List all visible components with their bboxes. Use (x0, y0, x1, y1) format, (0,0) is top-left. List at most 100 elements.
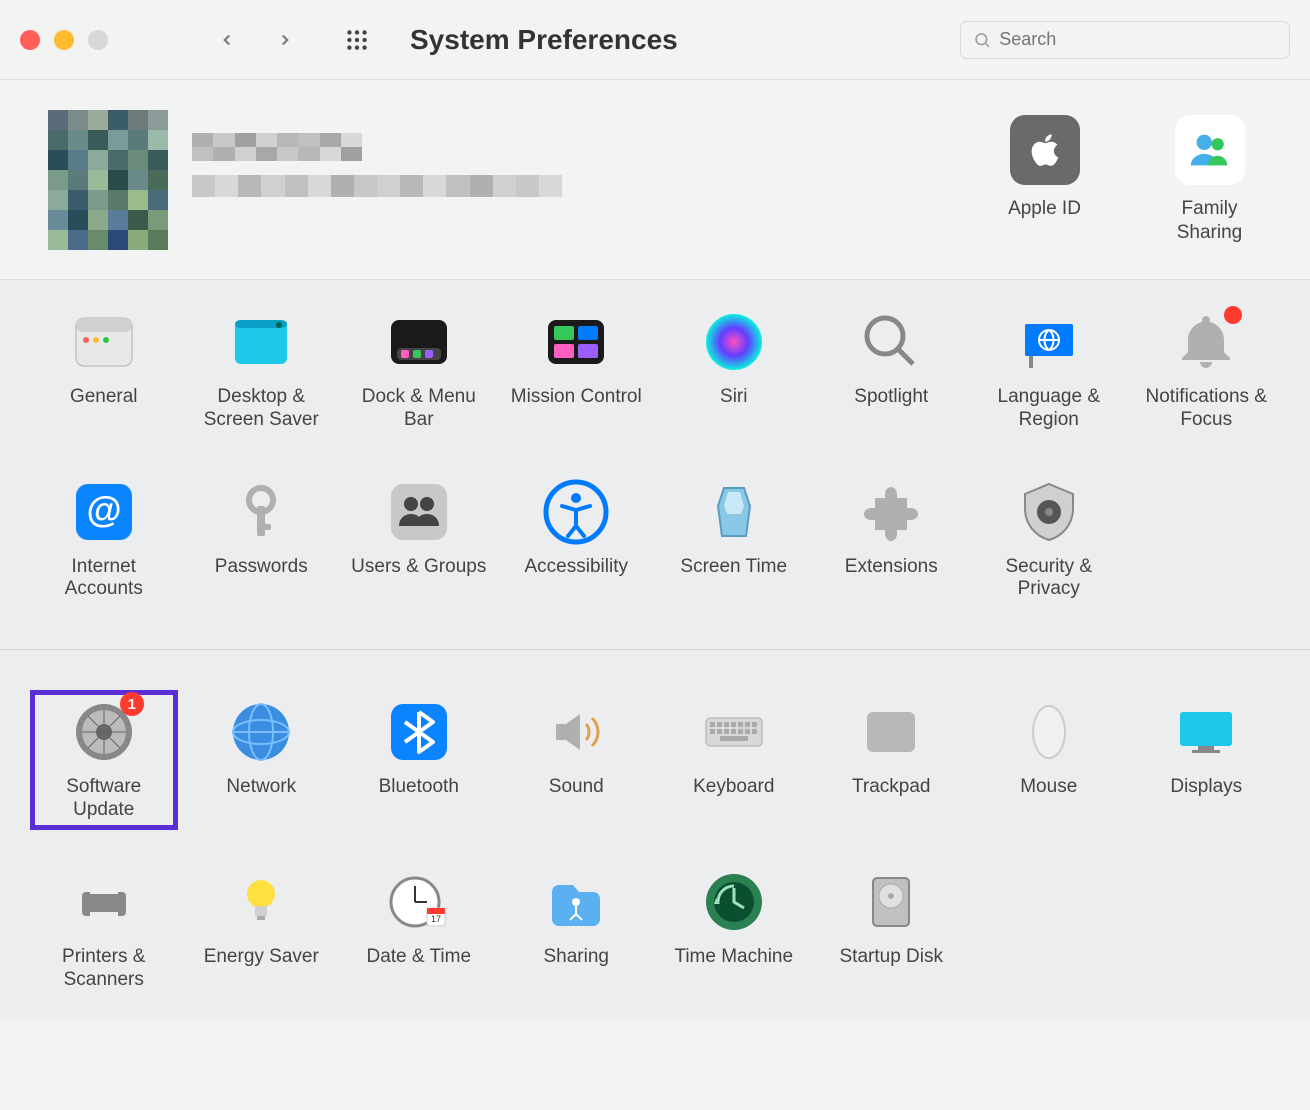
tile-users-groups[interactable]: Users & Groups (345, 470, 493, 610)
tile-startup-disk[interactable]: Startup Disk (818, 860, 966, 1000)
forward-icon[interactable] (276, 31, 294, 49)
tile-bluetooth[interactable]: Bluetooth (345, 690, 493, 830)
tile-passwords[interactable]: Passwords (188, 470, 336, 610)
tile-label: Energy Saver (204, 946, 319, 969)
tile-security[interactable]: Security & Privacy (975, 470, 1123, 610)
tile-label: Desktop & Screen Saver (192, 386, 332, 432)
notifications-icon (1172, 308, 1240, 376)
tile-label: Bluetooth (379, 776, 459, 799)
grid-icon (344, 27, 370, 53)
tile-label: Spotlight (854, 386, 928, 409)
mouse-icon (1015, 698, 1083, 766)
svg-text:@: @ (86, 489, 121, 530)
dock-icon (385, 308, 453, 376)
tile-screen-time[interactable]: Screen Time (660, 470, 808, 610)
tile-software-update[interactable]: 1Software Update (30, 690, 178, 830)
search-input[interactable] (999, 29, 1277, 50)
network-icon (227, 698, 295, 766)
tile-energy[interactable]: Energy Saver (188, 860, 336, 1000)
svg-text:17: 17 (431, 914, 441, 924)
apple-id-tile[interactable]: Apple ID (992, 115, 1097, 245)
tile-notifications[interactable]: Notifications & Focus (1133, 300, 1281, 440)
accessibility-icon (542, 478, 610, 546)
time-machine-icon (700, 868, 768, 936)
tile-keyboard[interactable]: Keyboard (660, 690, 808, 830)
tile-label: Extensions (845, 556, 938, 579)
sound-icon (542, 698, 610, 766)
sharing-icon (542, 868, 610, 936)
tile-accessibility[interactable]: Accessibility (503, 470, 651, 610)
tile-label: Screen Time (680, 556, 787, 579)
security-icon (1015, 478, 1083, 546)
tile-language[interactable]: Language & Region (975, 300, 1123, 440)
family-sharing-icon (1175, 115, 1245, 185)
tile-label: Language & Region (979, 386, 1119, 432)
tile-label: Accessibility (525, 556, 628, 579)
tile-label: General (70, 386, 138, 409)
minimize-button[interactable] (54, 30, 74, 50)
tile-label: Sharing (544, 946, 610, 969)
tile-label: Notifications & Focus (1137, 386, 1277, 432)
user-avatar[interactable] (48, 110, 168, 250)
tile-label: Passwords (215, 556, 308, 579)
tile-general[interactable]: General (30, 300, 178, 440)
close-button[interactable] (20, 30, 40, 50)
tile-label: Time Machine (674, 946, 793, 969)
toolbar: System Preferences (0, 0, 1310, 80)
tile-date-time[interactable]: 17 Date & Time (345, 860, 493, 1000)
tile-mission[interactable]: Mission Control (503, 300, 651, 440)
tile-dock[interactable]: Dock & Menu Bar (345, 300, 493, 440)
window-title: System Preferences (410, 24, 678, 56)
back-icon[interactable] (218, 31, 236, 49)
passwords-icon (227, 478, 295, 546)
tile-label: Keyboard (693, 776, 774, 799)
nav-arrows (218, 31, 294, 49)
tile-trackpad[interactable]: Trackpad (818, 690, 966, 830)
tile-sound[interactable]: Sound (503, 690, 651, 830)
date-time-icon: 17 (385, 868, 453, 936)
tile-label: Mouse (1020, 776, 1077, 799)
screen-time-icon (700, 478, 768, 546)
maximize-button[interactable] (88, 30, 108, 50)
tile-desktop[interactable]: Desktop & Screen Saver (188, 300, 336, 440)
tile-label: Security & Privacy (979, 556, 1119, 602)
printers-icon (70, 868, 138, 936)
tile-spotlight[interactable]: Spotlight (818, 300, 966, 440)
tile-label: Users & Groups (351, 556, 486, 579)
tile-label: Displays (1170, 776, 1242, 799)
tile-label: Network (226, 776, 296, 799)
tile-extensions[interactable]: Extensions (818, 470, 966, 610)
tile-label: Date & Time (366, 946, 471, 969)
update-badge: 1 (120, 692, 144, 716)
language-icon (1015, 308, 1083, 376)
desktop-icon (227, 308, 295, 376)
tile-label: Sound (549, 776, 604, 799)
general-icon (70, 308, 138, 376)
tile-sharing[interactable]: Sharing (503, 860, 651, 1000)
tile-time-machine[interactable]: Time Machine (660, 860, 808, 1000)
search-box[interactable] (960, 21, 1290, 59)
family-sharing-label: Family Sharing (1157, 197, 1262, 245)
software-update-icon: 1 (70, 698, 138, 766)
tile-label: Startup Disk (840, 946, 943, 969)
family-sharing-tile[interactable]: Family Sharing (1157, 115, 1262, 245)
keyboard-icon (700, 698, 768, 766)
tile-printers[interactable]: Printers & Scanners (30, 860, 178, 1000)
energy-icon (227, 868, 295, 936)
apple-id-label: Apple ID (1008, 197, 1081, 221)
tile-label: Mission Control (511, 386, 642, 409)
siri-icon (700, 308, 768, 376)
tile-label: Siri (720, 386, 747, 409)
show-all-button[interactable] (344, 27, 370, 53)
search-icon (973, 30, 991, 50)
startup-disk-icon (857, 868, 925, 936)
tile-network[interactable]: Network (188, 690, 336, 830)
apple-id-icon (1010, 115, 1080, 185)
tile-mouse[interactable]: Mouse (975, 690, 1123, 830)
spotlight-icon (857, 308, 925, 376)
tile-displays[interactable]: Displays (1133, 690, 1281, 830)
tile-label: Printers & Scanners (34, 946, 174, 992)
displays-icon (1172, 698, 1240, 766)
tile-siri[interactable]: Siri (660, 300, 808, 440)
tile-internet-accounts[interactable]: @Internet Accounts (30, 470, 178, 610)
